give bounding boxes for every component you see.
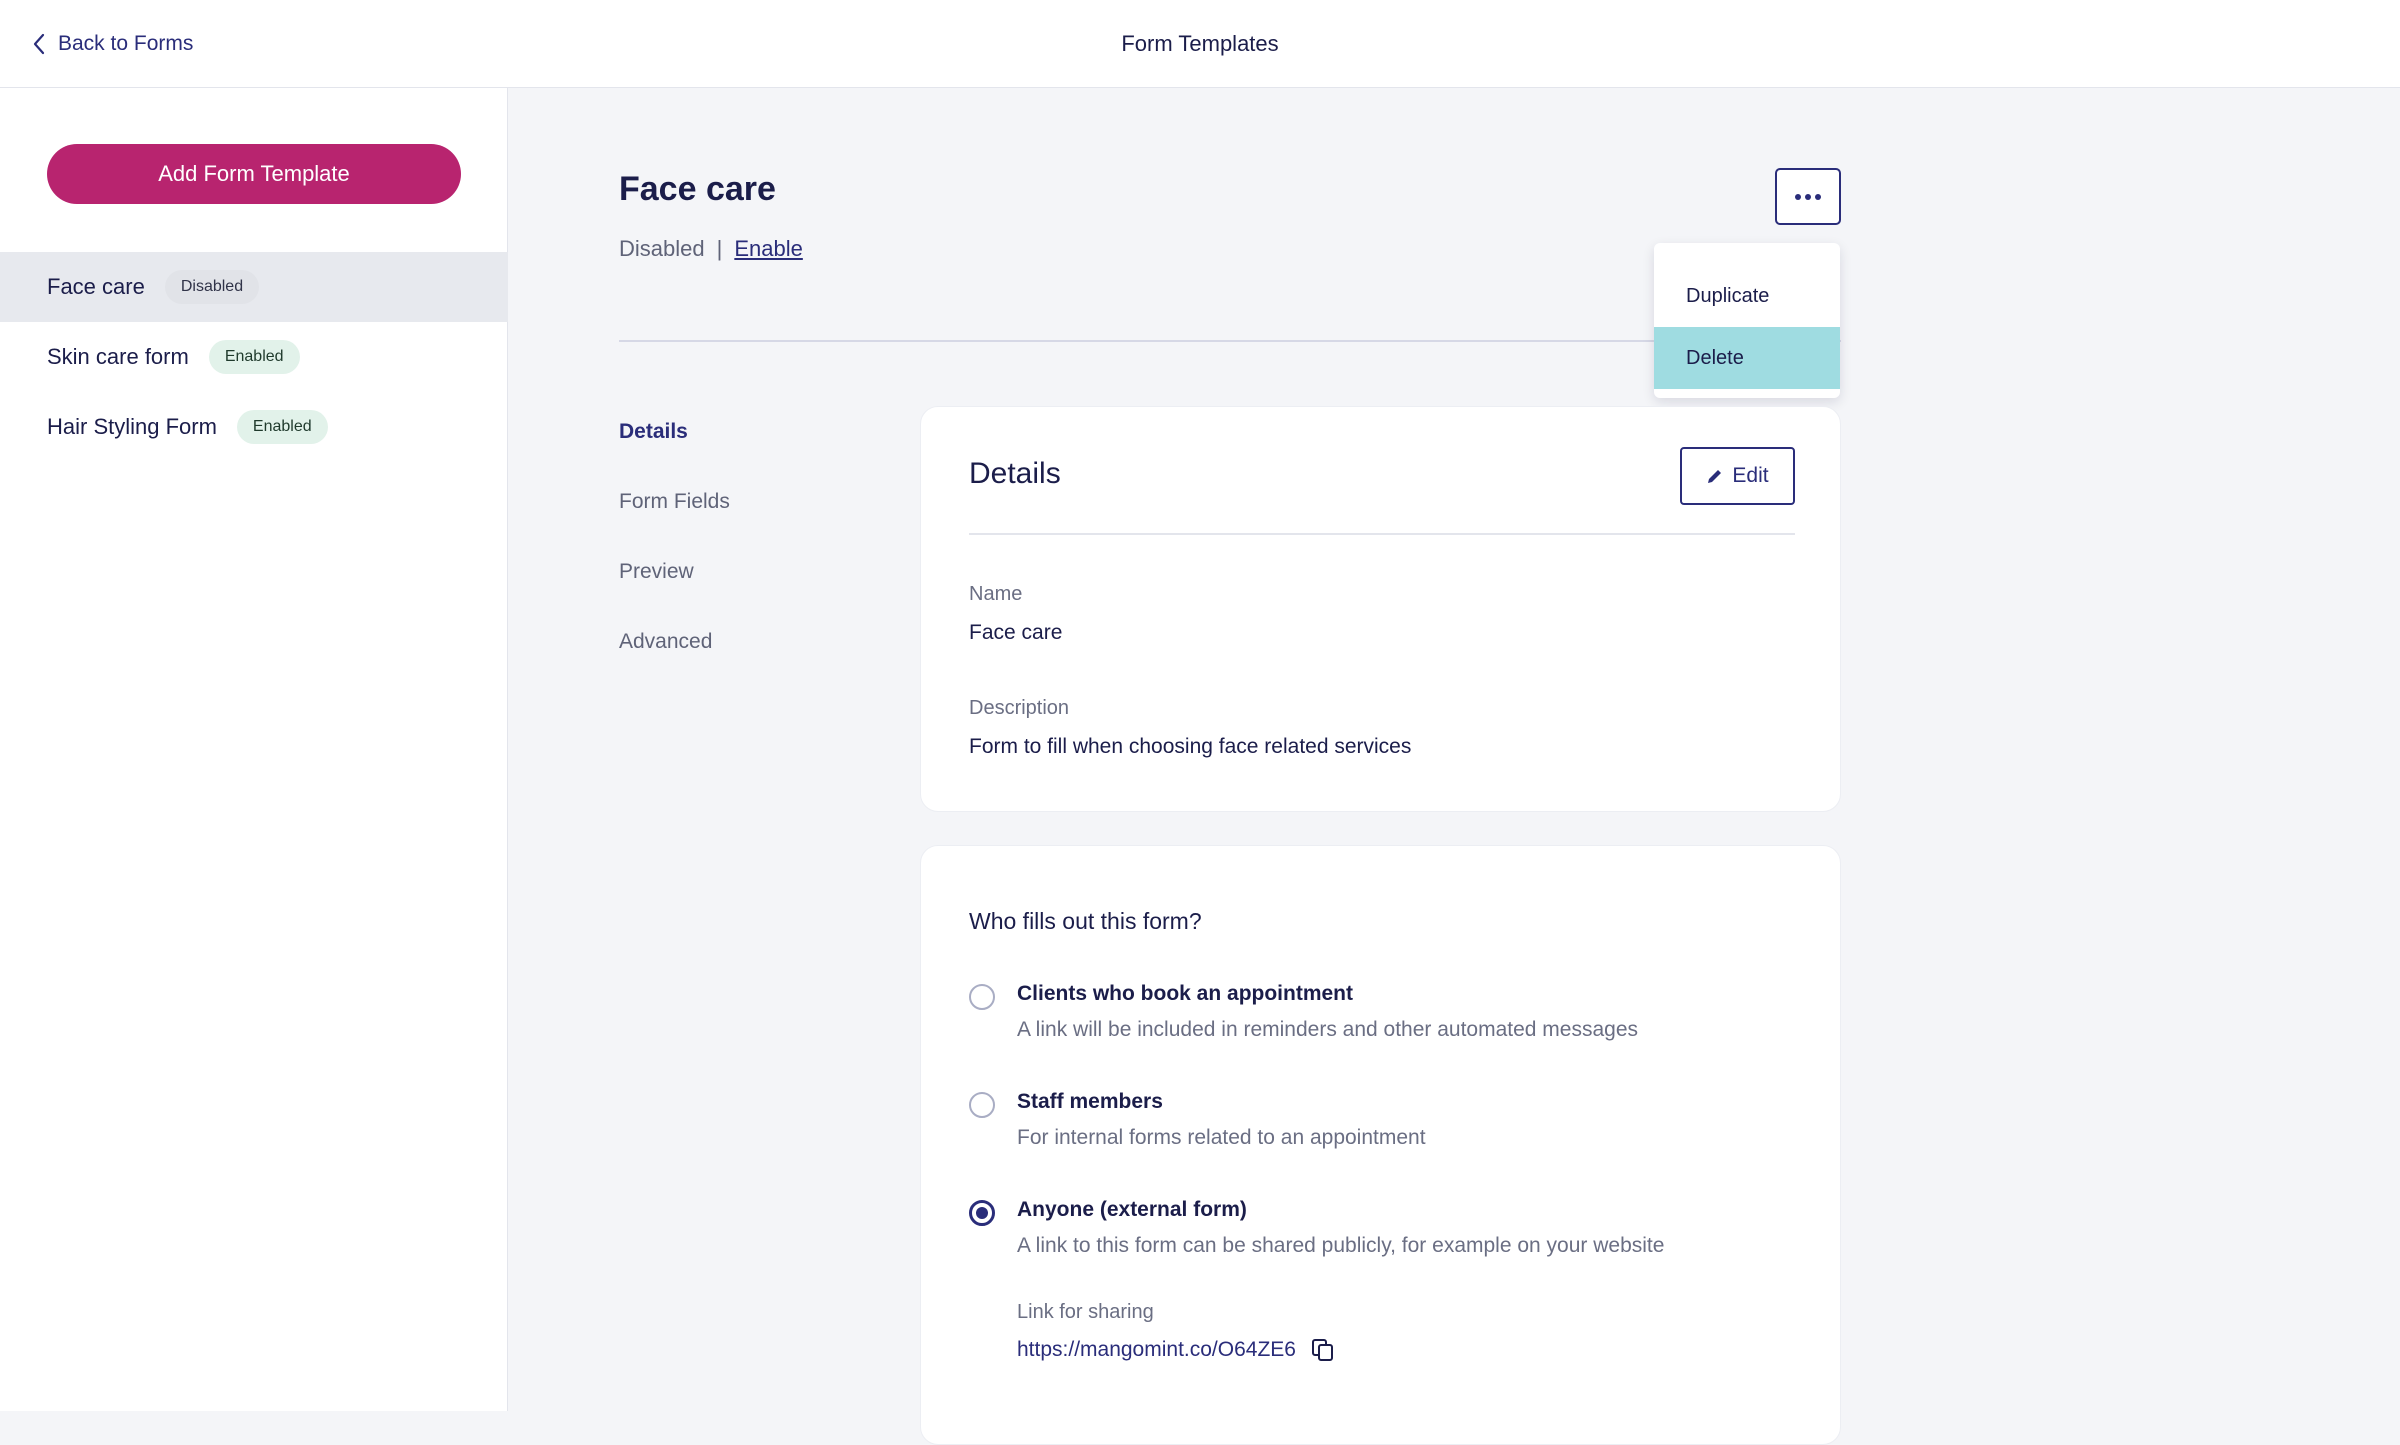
option-label: Staff members <box>1017 1090 1163 1113</box>
option-desc: A link will be included in reminders and… <box>1017 1018 1639 1041</box>
template-name: Face care <box>47 274 145 299</box>
page-title: Form Templates <box>1121 31 1279 56</box>
details-card: Details Edit Name Face care Description … <box>920 406 1841 812</box>
pencil-icon <box>1708 470 1722 483</box>
radio-anyone[interactable] <box>969 1200 995 1226</box>
menu-item-duplicate[interactable]: Duplicate <box>1654 265 1840 327</box>
top-bar: Back to Forms Form Templates <box>0 0 2400 88</box>
status-badge: Enabled <box>208 340 300 374</box>
share-label: Link for sharing <box>1017 1301 1154 1323</box>
card-divider <box>969 533 1795 535</box>
form-status-line: Disabled | Enable <box>619 236 803 262</box>
description-label: Description <box>969 697 1070 719</box>
options-dropdown-menu: Duplicate Delete <box>1654 243 1840 398</box>
radio-staff[interactable] <box>969 1092 995 1118</box>
tab-preview[interactable]: Preview <box>619 560 694 584</box>
share-url[interactable]: https://mangomint.co/O64ZE6 <box>1017 1338 1296 1362</box>
sidebar-item-hair-styling-form[interactable]: Hair Styling Form Enabled <box>0 392 508 462</box>
tab-form-fields[interactable]: Form Fields <box>619 490 730 514</box>
form-title: Face care <box>619 170 776 208</box>
option-label: Anyone (external form) <box>1017 1198 1247 1221</box>
name-label: Name <box>969 583 1023 605</box>
enable-link[interactable]: Enable <box>734 236 803 262</box>
template-name: Skin care form <box>47 344 189 369</box>
status-badge: Disabled <box>164 270 260 304</box>
form-status: Disabled <box>619 236 705 261</box>
status-badge: Enabled <box>236 410 328 444</box>
copy-icon[interactable] <box>1310 1337 1336 1363</box>
template-name: Hair Styling Form <box>47 414 217 439</box>
audience-card: Who fills out this form? Clients who boo… <box>920 845 1841 1445</box>
edit-button[interactable]: Edit <box>1680 447 1795 505</box>
tab-details[interactable]: Details <box>619 420 688 444</box>
status-separator: | <box>716 236 723 261</box>
more-dots-icon <box>1795 193 1801 200</box>
option-desc: For internal forms related to an appoint… <box>1017 1126 1426 1149</box>
description-value: Form to fill when choosing face related … <box>969 735 1412 758</box>
add-form-template-button[interactable]: Add Form Template <box>47 144 461 204</box>
share-link-row[interactable]: https://mangomint.co/O64ZE6 <box>1017 1337 1336 1363</box>
audience-question: Who fills out this form? <box>969 908 1202 934</box>
edit-label: Edit <box>1732 464 1769 487</box>
name-value: Face care <box>969 621 1063 644</box>
option-desc: A link to this form can be shared public… <box>1017 1234 1665 1257</box>
sidebar-item-skin-care-form[interactable]: Skin care form Enabled <box>0 322 508 392</box>
sidebar: Add Form Template Face care Disabled Ski… <box>0 88 508 1411</box>
more-options-button[interactable] <box>1775 168 1841 225</box>
tab-advanced[interactable]: Advanced <box>619 630 712 654</box>
sidebar-item-face-care[interactable]: Face care Disabled <box>0 252 508 322</box>
radio-clients[interactable] <box>969 984 995 1010</box>
details-card-title: Details <box>969 457 1061 490</box>
menu-item-delete[interactable]: Delete <box>1654 327 1840 389</box>
option-label: Clients who book an appointment <box>1017 982 1353 1005</box>
